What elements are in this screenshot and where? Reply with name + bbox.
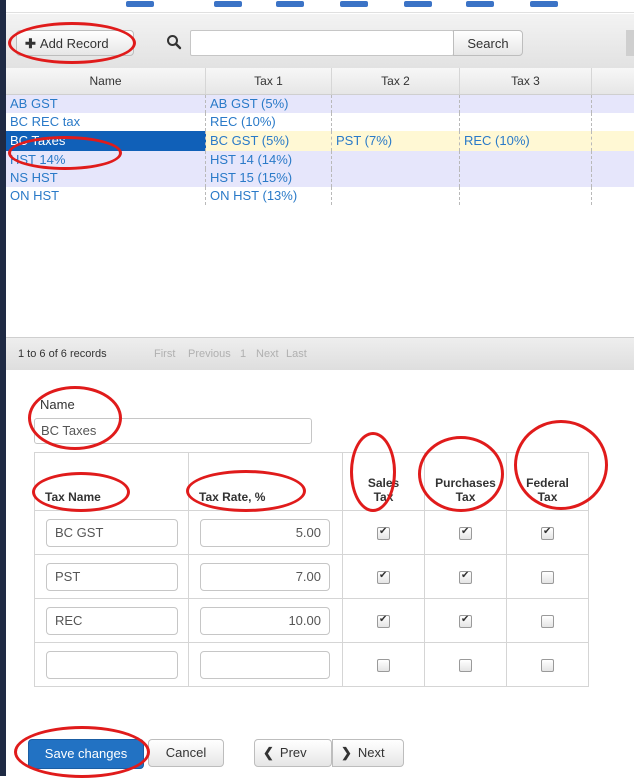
column-header-tax2[interactable]: Tax 2 — [332, 68, 460, 94]
header-sales-tax: Sales Tax — [342, 452, 425, 511]
prev-button[interactable]: ❮ Prev — [254, 739, 332, 767]
tax-rate-input[interactable]: 5.00 — [200, 518, 330, 547]
cell-name[interactable]: HST 14% — [6, 151, 206, 169]
tax-rate-input[interactable] — [200, 650, 330, 679]
table-row-selected[interactable]: BC Taxes BC GST (5%) PST (7%) REC (10%) — [6, 131, 634, 151]
purchases-tax-checkbox[interactable] — [459, 526, 472, 541]
plus-icon: ✚ — [25, 36, 36, 51]
cell-name[interactable]: BC REC tax — [6, 113, 206, 131]
tax-row: BC GST 5.00 — [34, 510, 589, 555]
search-input[interactable] — [190, 30, 454, 56]
sales-tax-checkbox[interactable] — [377, 614, 390, 629]
cell-tax1[interactable]: AB GST (5%) — [206, 95, 332, 113]
cancel-button[interactable]: Cancel — [148, 739, 224, 767]
sales-tax-checkbox[interactable] — [377, 570, 390, 585]
cell-tax1[interactable]: ON HST (13%) — [206, 187, 332, 205]
cell-tax3[interactable] — [460, 169, 592, 187]
name-label: Name — [40, 397, 75, 412]
cell-tax3[interactable] — [460, 187, 592, 205]
cell-tax3[interactable] — [460, 95, 592, 113]
federal-tax-checkbox[interactable] — [541, 526, 554, 541]
toolbar-icon[interactable] — [466, 1, 494, 7]
table-row[interactable]: BC REC tax REC (10%) — [6, 113, 634, 131]
tax-name-input[interactable]: BC GST — [46, 518, 178, 547]
cell-tax3[interactable] — [460, 113, 592, 131]
next-button[interactable]: ❯ Next — [332, 739, 404, 767]
sales-tax-checkbox[interactable] — [377, 659, 390, 673]
pager-last[interactable]: Last — [286, 348, 307, 360]
search-icon — [167, 35, 182, 50]
purchases-tax-checkbox[interactable] — [459, 614, 472, 629]
header-federal-tax: Federal Tax — [506, 452, 589, 511]
name-field[interactable]: BC Taxes — [34, 418, 312, 444]
cell-tax2[interactable] — [332, 169, 460, 187]
grid-body: AB GST AB GST (5%) BC REC tax REC (10%) … — [6, 95, 634, 335]
cell-tax2[interactable] — [332, 187, 460, 205]
toolbar-icon[interactable] — [530, 1, 558, 7]
purchases-tax-checkbox[interactable] — [459, 570, 472, 585]
top-icon-strip — [6, 0, 634, 13]
toolbar: ✚ Add Record Search — [6, 14, 634, 69]
cell-tax3[interactable]: REC (10%) — [460, 131, 592, 151]
column-header-name[interactable]: Name — [6, 68, 206, 94]
header-tax-name: Tax Name — [34, 452, 189, 511]
header-tax-rate: Tax Rate, % — [188, 452, 343, 511]
toolbar-scroll-edge — [626, 30, 634, 56]
toolbar-icon[interactable] — [404, 1, 432, 7]
tax-row — [34, 642, 589, 687]
cell-name[interactable]: NS HST — [6, 169, 206, 187]
table-row[interactable]: HST 14% HST 14 (14%) — [6, 151, 634, 169]
pager-next[interactable]: Next — [256, 348, 279, 360]
cell-tax2[interactable] — [332, 95, 460, 113]
federal-tax-checkbox[interactable] — [541, 615, 554, 629]
chevron-left-icon: ❮ — [263, 745, 274, 760]
tax-rate-input[interactable]: 7.00 — [200, 562, 330, 591]
cell-tax1[interactable]: HST 14 (14%) — [206, 151, 332, 169]
chevron-right-icon: ❯ — [341, 745, 352, 760]
column-header-tax1[interactable]: Tax 1 — [206, 68, 332, 94]
pager-first[interactable]: First — [154, 348, 175, 360]
next-label: Next — [357, 745, 385, 760]
pager-previous[interactable]: Previous — [188, 348, 231, 360]
federal-tax-checkbox[interactable] — [541, 571, 554, 585]
pager: 1 to 6 of 6 records First Previous 1 Nex… — [6, 337, 634, 371]
purchases-tax-checkbox[interactable] — [459, 659, 472, 673]
toolbar-icon[interactable] — [276, 1, 304, 7]
cell-tax1[interactable]: REC (10%) — [206, 113, 332, 131]
cell-tax2[interactable] — [332, 151, 460, 169]
cell-tax1[interactable]: BC GST (5%) — [206, 131, 332, 151]
sales-tax-checkbox[interactable] — [377, 526, 390, 541]
table-row[interactable]: NS HST HST 15 (15%) — [6, 169, 634, 187]
cell-tax3[interactable] — [460, 151, 592, 169]
add-record-label: Add Record — [39, 36, 109, 51]
toolbar-icon[interactable] — [126, 1, 154, 7]
tax-row: REC 10.00 — [34, 598, 589, 643]
cell-name[interactable]: BC Taxes — [6, 131, 206, 151]
cell-tax2[interactable] — [332, 113, 460, 131]
record-count: 1 to 6 of 6 records — [18, 348, 107, 360]
save-changes-button[interactable]: Save changes — [28, 739, 144, 769]
grid-header: Name Tax 1 Tax 2 Tax 3 — [6, 68, 634, 95]
federal-tax-checkbox[interactable] — [541, 659, 554, 673]
tax-rate-input[interactable]: 10.00 — [200, 606, 330, 635]
table-row[interactable]: ON HST ON HST (13%) — [6, 187, 634, 205]
search-button[interactable]: Search — [453, 30, 523, 56]
header-purchases-tax: Purchases Tax — [424, 452, 507, 511]
cell-tax1[interactable]: HST 15 (15%) — [206, 169, 332, 187]
cell-name[interactable]: ON HST — [6, 187, 206, 205]
prev-label: Prev — [279, 745, 307, 760]
add-record-button[interactable]: ✚ Add Record — [16, 30, 134, 56]
cell-tax2[interactable]: PST (7%) — [332, 131, 460, 151]
column-header-tax3[interactable]: Tax 3 — [460, 68, 592, 94]
tax-row: PST 7.00 — [34, 554, 589, 599]
toolbar-icon[interactable] — [214, 1, 242, 7]
cell-name[interactable]: AB GST — [6, 95, 206, 113]
taxes-table: Tax Name Tax Rate, % Sales Tax Purchases T… — [34, 452, 589, 687]
tax-name-input[interactable]: REC — [46, 606, 178, 635]
toolbar-icon[interactable] — [340, 1, 368, 7]
tax-name-input[interactable] — [46, 650, 178, 679]
tax-name-input[interactable]: PST — [46, 562, 178, 591]
table-row[interactable]: AB GST AB GST (5%) — [6, 95, 634, 113]
pager-page[interactable]: 1 — [240, 348, 246, 360]
